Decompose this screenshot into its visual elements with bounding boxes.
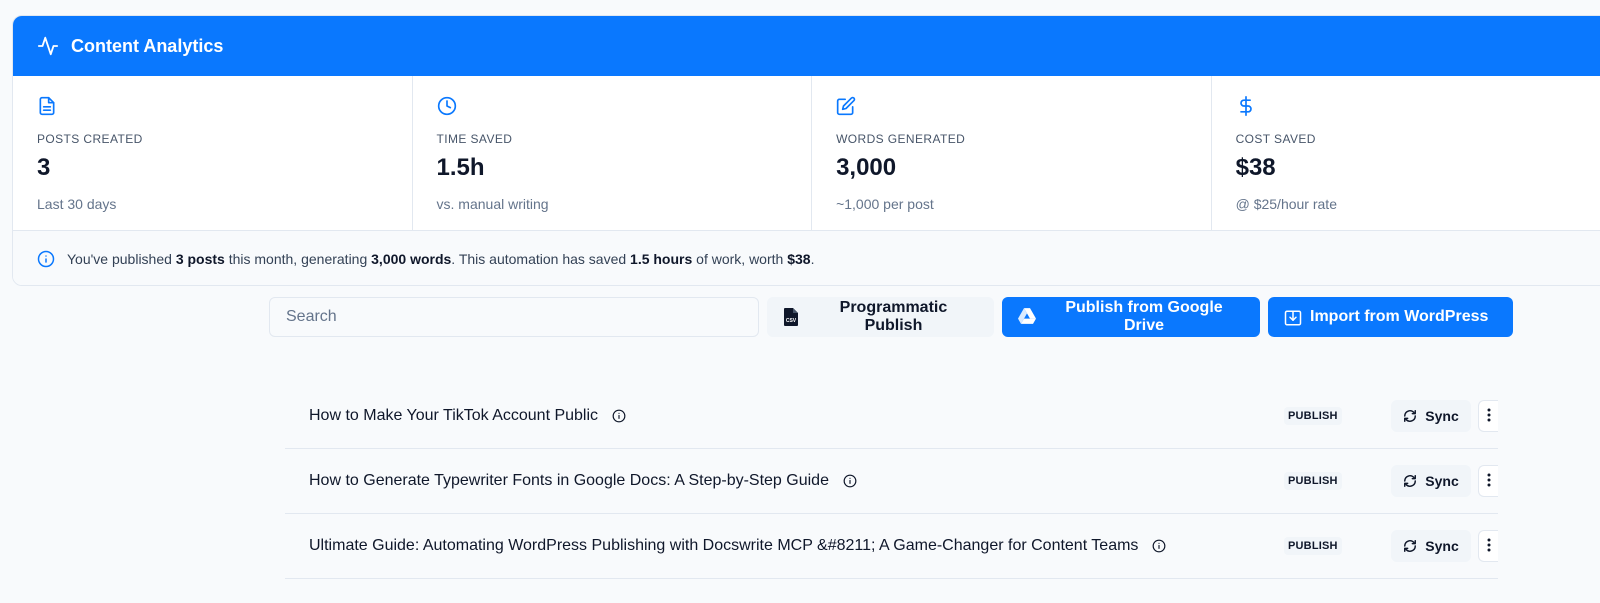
import-wordpress-button[interactable]: Import from WordPress	[1268, 297, 1513, 337]
stat-posts-created: POSTS CREATED 3 Last 30 days	[13, 76, 413, 230]
sync-button[interactable]: Sync	[1391, 400, 1471, 432]
more-vertical-icon	[1487, 538, 1491, 555]
refresh-icon	[1403, 474, 1417, 488]
post-row[interactable]: How to Make Your TikTok Account Public P…	[285, 384, 1498, 449]
post-title[interactable]: How to Generate Typewriter Fonts in Goog…	[309, 472, 829, 490]
google-drive-icon	[1018, 308, 1036, 326]
document-icon	[37, 96, 59, 118]
refresh-icon	[1403, 539, 1417, 553]
dollar-icon	[1236, 96, 1258, 118]
analytics-title: Content Analytics	[71, 35, 224, 56]
edit-icon	[836, 96, 858, 118]
stat-words-generated: WORDS GENERATED 3,000 ~1,000 per post	[812, 76, 1212, 230]
stat-sub: Last 30 days	[37, 196, 117, 212]
activity-icon	[37, 35, 59, 57]
stats-row: POSTS CREATED 3 Last 30 days TIME SAVED …	[13, 76, 1600, 231]
content-analytics-card: Content Analytics POSTS CREATED 3 Last 3…	[12, 15, 1600, 286]
info-icon[interactable]	[1152, 539, 1166, 553]
info-icon[interactable]	[612, 409, 626, 423]
stat-value: $38	[1235, 154, 1276, 181]
status-badge: PUBLISH	[1284, 537, 1342, 555]
analytics-summary: You've published 3 posts this month, gen…	[13, 231, 1600, 285]
status-badge: PUBLISH	[1284, 472, 1342, 490]
stat-label: POSTS CREATED	[37, 132, 143, 146]
stat-value: 3,000	[836, 154, 897, 181]
analytics-header: Content Analytics	[13, 16, 1600, 76]
clock-icon	[437, 96, 459, 118]
stat-time-saved: TIME SAVED 1.5h vs. manual writing	[413, 76, 813, 230]
csv-file-icon: CSV	[783, 308, 801, 326]
stat-value: 1.5h	[436, 154, 485, 181]
search-input[interactable]	[269, 297, 759, 337]
info-icon	[37, 250, 55, 268]
stat-value: 3	[37, 154, 51, 181]
posts-toolbar: CSV Programmatic Publish Publish from Go…	[269, 297, 1513, 337]
post-row[interactable]: Ultimate Guide: Automating WordPress Pub…	[285, 514, 1498, 579]
stat-label: WORDS GENERATED	[836, 132, 966, 146]
post-title[interactable]: How to Make Your TikTok Account Public	[309, 407, 598, 425]
stat-cost-saved: COST SAVED $38 @ $25/hour rate	[1212, 76, 1600, 230]
programmatic-publish-button[interactable]: CSV Programmatic Publish	[767, 297, 994, 337]
status-badge: PUBLISH	[1284, 407, 1342, 425]
stat-sub: vs. manual writing	[436, 196, 549, 212]
stat-sub: ~1,000 per post	[836, 196, 934, 212]
publish-google-drive-button[interactable]: Publish from Google Drive	[1002, 297, 1260, 337]
summary-text: You've published 3 posts this month, gen…	[67, 250, 815, 267]
sync-button[interactable]: Sync	[1391, 530, 1471, 562]
stat-label: COST SAVED	[1235, 132, 1316, 146]
more-vertical-icon	[1487, 408, 1491, 425]
info-icon[interactable]	[843, 474, 857, 488]
post-list: How to Make Your TikTok Account Public P…	[285, 384, 1498, 579]
more-options-button[interactable]	[1478, 400, 1498, 432]
more-options-button[interactable]	[1478, 530, 1498, 562]
svg-text:CSV: CSV	[786, 318, 797, 324]
more-options-button[interactable]	[1478, 465, 1498, 497]
refresh-icon	[1403, 409, 1417, 423]
post-title[interactable]: Ultimate Guide: Automating WordPress Pub…	[309, 537, 1138, 555]
sync-button[interactable]: Sync	[1391, 465, 1471, 497]
import-icon	[1284, 308, 1302, 326]
more-vertical-icon	[1487, 473, 1491, 490]
stat-sub: @ $25/hour rate	[1235, 196, 1337, 212]
post-row[interactable]: How to Generate Typewriter Fonts in Goog…	[285, 449, 1498, 514]
stat-label: TIME SAVED	[436, 132, 513, 146]
